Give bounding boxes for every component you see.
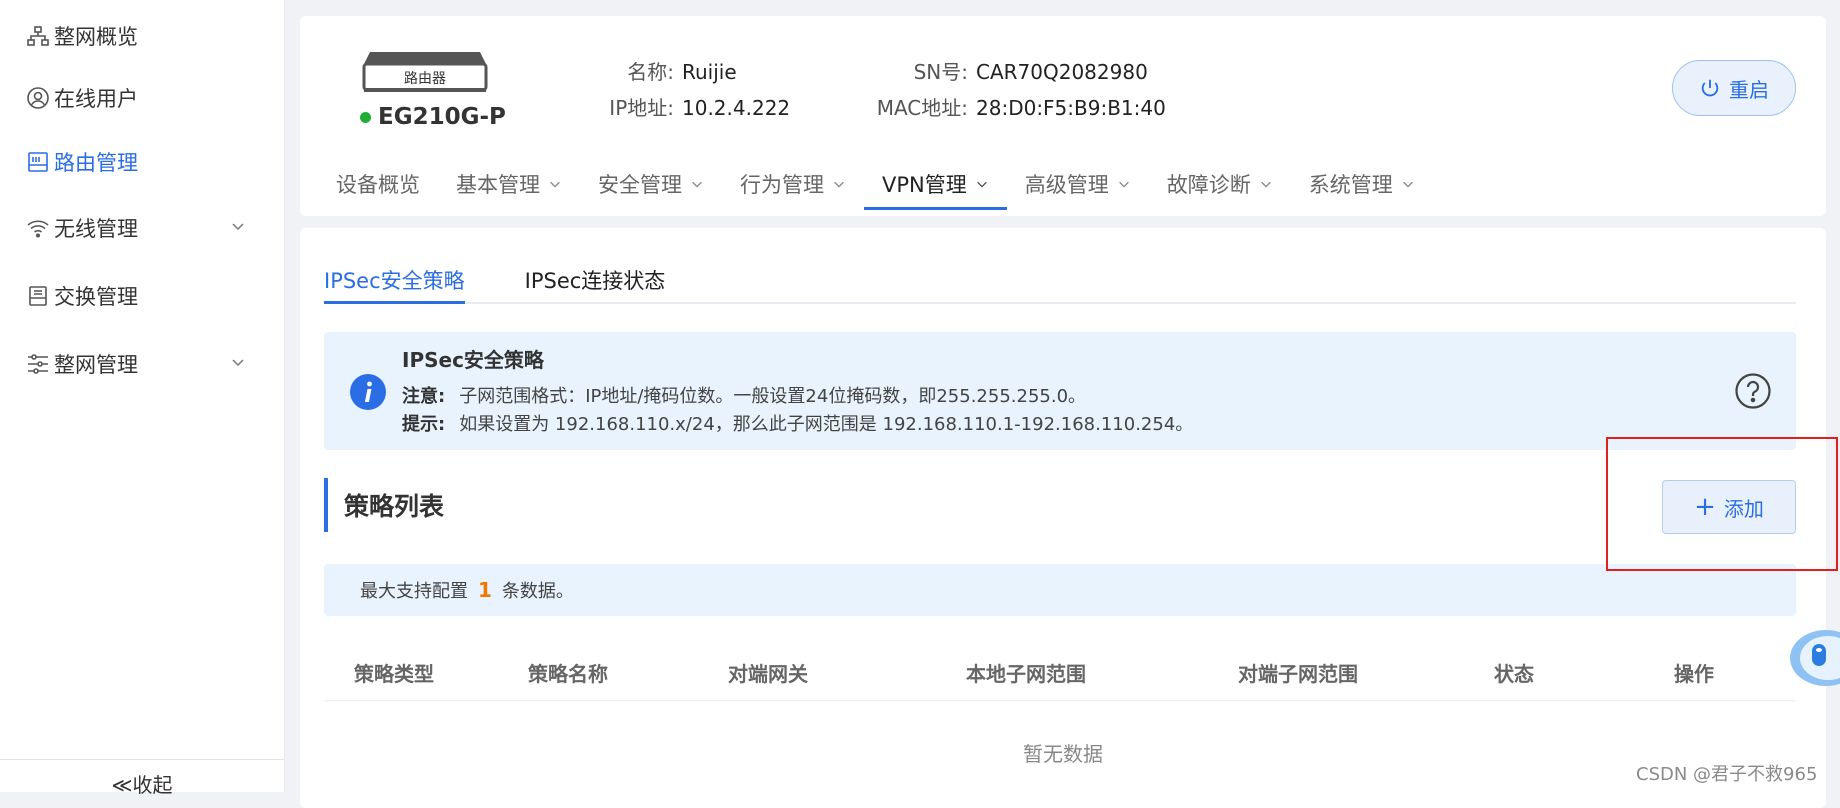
topology-icon	[26, 24, 50, 48]
chevron-down-icon	[976, 181, 987, 188]
tab-diagnostics[interactable]: 故障诊断	[1149, 162, 1291, 206]
empty-state: 暂无数据	[1023, 742, 1103, 766]
name-label: 名称:	[627, 60, 674, 84]
limit-suffix: 条数据。	[501, 581, 574, 602]
sn-label: SN号:	[913, 60, 968, 84]
chevron-down-icon	[834, 181, 844, 188]
chevron-down-icon	[232, 359, 244, 367]
tab-label: 故障诊断	[1166, 173, 1251, 197]
column-policy-type: 策略类型	[354, 662, 434, 686]
help-icon[interactable]	[1734, 372, 1772, 410]
tab-label: 系统管理	[1308, 173, 1393, 197]
info-icon	[350, 374, 386, 410]
sidebar-item-label: 交换管理	[54, 285, 138, 309]
status-dot	[360, 111, 371, 123]
info-notice: IPSec安全策略 注意: 子网范围格式：IP地址/掩码位数。一般设置24位掩码数…	[324, 332, 1796, 450]
device-header: 路由器 EG210G-P 名称: Ruijie IP地址: 10.2.4.222 S…	[300, 16, 1826, 216]
power-icon	[1701, 79, 1719, 97]
wifi-icon	[26, 216, 50, 240]
watermark: CSDN @君子不救965	[1636, 764, 1818, 785]
ip-value: 10.2.4.222	[682, 96, 791, 120]
tab-basic-manage[interactable]: 基本管理	[438, 162, 580, 206]
tab-ipsec-policy[interactable]: IPSec安全策略	[324, 258, 465, 304]
notice-note: 注意: 子网范围格式：IP地址/掩码位数。一般设置24位掩码数，即255.255.…	[402, 382, 1086, 408]
column-peer-gateway: 对端网关	[728, 662, 808, 686]
chevron-down-icon	[1118, 181, 1129, 188]
sub-tabs: IPSec安全策略 IPSec连接状态	[324, 258, 1796, 304]
tab-label: 基本管理	[456, 173, 540, 197]
sidebar-item-online-users[interactable]: 在线用户	[26, 78, 266, 118]
device-model: EG210G-P	[360, 104, 506, 130]
notice-tip: 提示: 如果设置为 192.168.110.x/24，那么此子网范围是 192.1…	[402, 410, 1193, 436]
name-value: Ruijie	[682, 60, 737, 84]
table-header: 策略类型 策略名称 对端网关 本地子网范围 对端子网范围 状态 操作	[324, 644, 1796, 701]
limit-prefix: 最大支持配置	[360, 581, 468, 602]
sn-value: CAR70Q2082980	[976, 60, 1148, 84]
limit-count: 1	[478, 578, 492, 602]
device-model-text: EG210G-P	[378, 104, 506, 130]
tab-label: 高级管理	[1024, 173, 1109, 197]
column-status: 状态	[1494, 662, 1534, 686]
sidebar: 整网概览 在线用户 路由管理 无线管理 交换管理 整网管理 ≪收起	[0, 0, 285, 797]
assistant-robot-icon[interactable]	[1786, 622, 1840, 694]
device-sn-field: SN号: CAR70Q2082980	[864, 56, 1148, 85]
tab-device-overview[interactable]: 设备概览	[318, 162, 438, 206]
notice-title: IPSec安全策略	[402, 348, 544, 372]
nav-tabs: 设备概览 基本管理 安全管理 行为管理 VPN管理 高级管理 故障诊断 系统管理	[318, 162, 1433, 210]
sidebar-item-label: 路由管理	[54, 151, 138, 175]
note-label: 注意:	[402, 386, 446, 407]
sidebar-item-label: 在线用户	[54, 87, 138, 111]
device-mac-field: MAC地址: 28:D0:F5:B9:B1:40	[864, 92, 1166, 121]
sidebar-item-router[interactable]: 路由管理	[26, 142, 266, 182]
restart-label: 重启	[1729, 77, 1769, 102]
sidebar-item-label: 无线管理	[54, 217, 138, 241]
tab-label: 安全管理	[598, 173, 682, 197]
highlight-annotation	[1606, 437, 1838, 571]
sidebar-item-wireless[interactable]: 无线管理	[26, 208, 266, 248]
mac-value: 28:D0:F5:B9:B1:40	[976, 96, 1166, 120]
sidebar-item-label: 整网管理	[54, 353, 138, 377]
collapse-label: ≪收起	[111, 773, 173, 797]
column-policy-name: 策略名称	[528, 662, 608, 686]
tip-label: 提示:	[402, 414, 446, 435]
network-settings-icon	[26, 352, 50, 376]
chevron-down-icon	[1260, 181, 1271, 188]
tab-behavior-manage[interactable]: 行为管理	[722, 162, 864, 206]
router-icon	[26, 150, 50, 174]
device-ip-field: IP地址: 10.2.4.222	[592, 92, 790, 121]
tab-advanced-manage[interactable]: 高级管理	[1007, 162, 1149, 206]
tip-text: 如果设置为 192.168.110.x/24，那么此子网范围是 192.168.…	[459, 414, 1194, 435]
sidebar-item-label: 整网概览	[54, 25, 138, 49]
tab-ipsec-status[interactable]: IPSec连接状态	[525, 258, 666, 302]
chevron-down-icon	[550, 181, 560, 188]
chevron-down-icon	[1402, 181, 1413, 188]
chevron-down-icon	[692, 181, 702, 188]
column-actions: 操作	[1674, 662, 1714, 686]
sidebar-item-switch[interactable]: 交换管理	[26, 276, 266, 316]
tab-label: 设备概览	[336, 173, 420, 197]
device-badge: 路由器	[404, 71, 446, 87]
section-title: 策略列表	[324, 478, 444, 532]
note-text: 子网范围格式：IP地址/掩码位数。一般设置24位掩码数，即255.255.255…	[459, 386, 1087, 407]
main-panel: IPSec安全策略 IPSec连接状态 IPSec安全策略 注意: 子网范围格式：…	[300, 228, 1826, 808]
tab-security-manage[interactable]: 安全管理	[580, 162, 722, 206]
ip-label: IP地址:	[609, 96, 674, 120]
tab-system-manage[interactable]: 系统管理	[1291, 162, 1433, 206]
device-name-field: 名称: Ruijie	[592, 56, 737, 85]
column-peer-subnet: 对端子网范围	[1238, 662, 1358, 686]
tab-vpn-manage[interactable]: VPN管理	[864, 162, 1007, 210]
collapse-sidebar-button[interactable]: ≪收起	[0, 759, 284, 797]
mac-label: MAC地址:	[876, 96, 968, 120]
router-device-icon: 路由器	[362, 52, 488, 92]
limit-notice: 最大支持配置 1 条数据。	[324, 564, 1796, 616]
tab-label: VPN管理	[882, 173, 967, 197]
restart-button[interactable]: 重启	[1672, 60, 1796, 116]
user-icon	[26, 86, 50, 110]
column-local-subnet: 本地子网范围	[966, 662, 1086, 686]
chevron-down-icon	[232, 223, 244, 231]
switch-icon	[26, 284, 50, 308]
tab-label: 行为管理	[740, 173, 824, 197]
sidebar-item-overview[interactable]: 整网概览	[26, 16, 266, 56]
sidebar-item-network-manage[interactable]: 整网管理	[26, 344, 266, 384]
